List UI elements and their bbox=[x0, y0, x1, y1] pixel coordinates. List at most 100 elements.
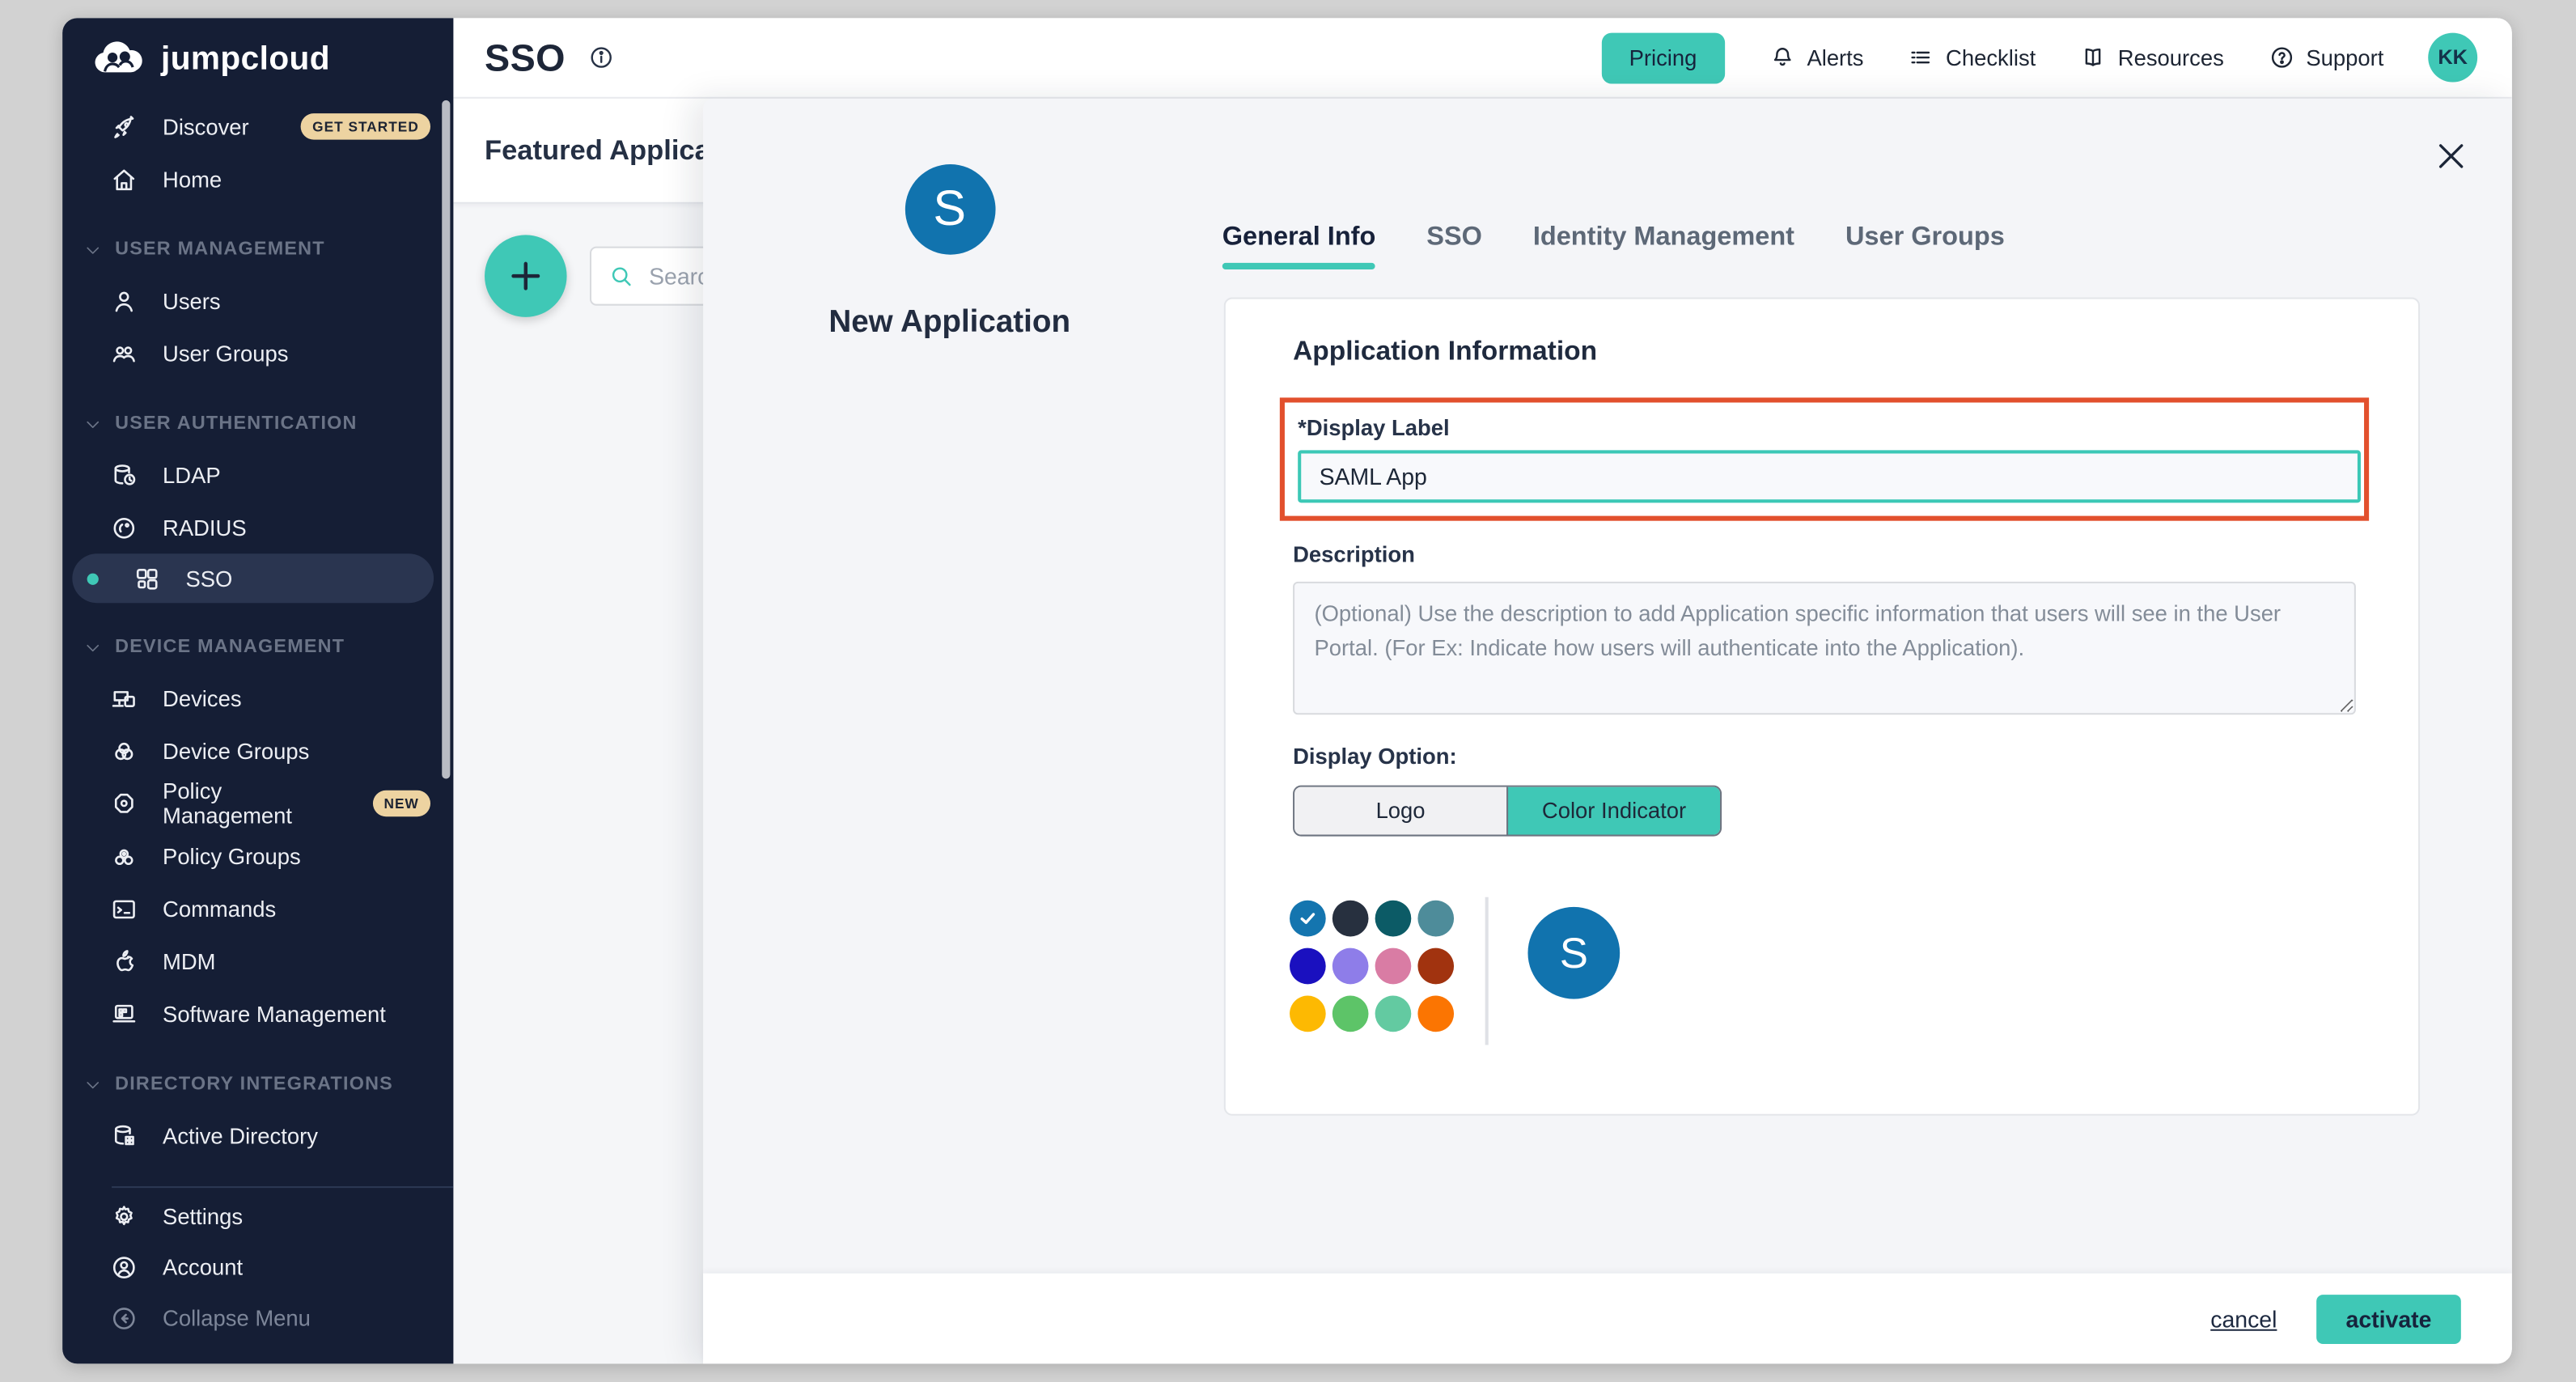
color-preview-avatar: S bbox=[1527, 907, 1620, 999]
display-option-label: Display Option: bbox=[1293, 744, 1457, 769]
bell-icon bbox=[1769, 45, 1795, 70]
checklist-button[interactable]: Checklist bbox=[1908, 45, 2036, 70]
checklist-icon bbox=[1908, 45, 1934, 70]
card-heading: Application Information bbox=[1293, 337, 1597, 368]
support-button[interactable]: Support bbox=[2269, 45, 2384, 70]
description-group: Description bbox=[1293, 541, 2356, 714]
database-clock-icon bbox=[110, 461, 138, 490]
database-windows-icon bbox=[110, 1121, 138, 1150]
sidebar-item-policy-groups[interactable]: Policy Groups bbox=[62, 829, 453, 882]
sidebar-scrollbar[interactable] bbox=[442, 100, 450, 779]
home-icon bbox=[110, 165, 138, 193]
sidebar-item-user-groups[interactable]: User Groups bbox=[62, 327, 453, 379]
check-icon bbox=[1298, 909, 1317, 928]
page-title: SSO bbox=[485, 36, 566, 80]
sidebar-item-mdm[interactable]: MDM bbox=[62, 935, 453, 987]
option-color-indicator[interactable]: Color Indicator bbox=[1506, 787, 1720, 835]
jumpcloud-logo[interactable]: jumpcloud bbox=[62, 18, 453, 100]
sidebar-item-devices[interactable]: Devices bbox=[62, 672, 453, 725]
policy-groups-icon bbox=[110, 842, 138, 871]
tab-general-info[interactable]: General Info bbox=[1222, 223, 1376, 269]
search-icon bbox=[608, 263, 633, 289]
apple-icon bbox=[110, 947, 138, 976]
resources-button[interactable]: Resources bbox=[2080, 45, 2224, 70]
get-started-badge: GET STARTED bbox=[301, 113, 430, 139]
color-swatch[interactable] bbox=[1417, 901, 1454, 937]
modal-footer: cancel activate bbox=[703, 1274, 2512, 1364]
sidebar-item-software-management[interactable]: Software Management bbox=[62, 987, 453, 1040]
sidebar-item-policy-management[interactable]: Policy Management NEW bbox=[62, 777, 453, 829]
sidebar-item-sso[interactable]: SSO bbox=[72, 553, 434, 603]
sidebar-item-radius[interactable]: RADIUS bbox=[62, 501, 453, 553]
sidebar-item-device-groups[interactable]: Device Groups bbox=[62, 724, 453, 777]
devices-icon bbox=[110, 685, 138, 713]
option-logo[interactable]: Logo bbox=[1294, 787, 1506, 835]
section-directory-integrations[interactable]: DIRECTORY INTEGRATIONS bbox=[62, 1060, 453, 1109]
new-application-modal: S New Application General Info SSO Ident… bbox=[703, 99, 2512, 1364]
info-icon[interactable] bbox=[588, 45, 614, 70]
sso-grid-icon bbox=[133, 565, 161, 593]
color-swatch[interactable] bbox=[1375, 948, 1412, 985]
sidebar-item-home[interactable]: Home bbox=[62, 153, 453, 206]
color-swatch[interactable] bbox=[1290, 996, 1326, 1032]
top-bar: SSO Pricing Alerts Checklist Resources bbox=[453, 18, 2511, 98]
tab-identity-management[interactable]: Identity Management bbox=[1533, 223, 1794, 269]
user-icon bbox=[110, 286, 138, 315]
active-indicator-dot bbox=[87, 573, 99, 584]
sidebar: jumpcloud Discover GET STARTED Home USER… bbox=[62, 18, 453, 1363]
sidebar-item-discover[interactable]: Discover GET STARTED bbox=[62, 100, 453, 153]
sidebar-footer: Settings Account Collapse Menu bbox=[62, 1186, 453, 1363]
chevron-down-icon bbox=[84, 638, 102, 656]
sidebar-item-commands[interactable]: Commands bbox=[62, 882, 453, 935]
modal-tabs: General Info SSO Identity Management Use… bbox=[1222, 223, 2005, 269]
color-swatch-selected[interactable] bbox=[1290, 901, 1326, 937]
display-label-highlight: *Display Label bbox=[1280, 397, 2369, 520]
description-textarea[interactable] bbox=[1293, 582, 2356, 714]
application-avatar: S bbox=[905, 164, 995, 255]
add-application-button[interactable] bbox=[485, 235, 567, 317]
activate-button[interactable]: activate bbox=[2316, 1294, 2461, 1343]
sidebar-item-ldap[interactable]: LDAP bbox=[62, 448, 453, 501]
sidebar-item-collapse-menu[interactable]: Collapse Menu bbox=[62, 1293, 453, 1344]
divider bbox=[1485, 897, 1489, 1045]
new-badge: NEW bbox=[372, 791, 430, 816]
application-information-card: Application Information *Display Label D… bbox=[1224, 298, 2420, 1116]
close-icon[interactable] bbox=[2433, 138, 2469, 175]
color-swatch[interactable] bbox=[1417, 948, 1454, 985]
app-window: jumpcloud Discover GET STARTED Home USER… bbox=[62, 18, 2512, 1363]
section-device-management[interactable]: DEVICE MANAGEMENT bbox=[62, 623, 453, 672]
pricing-button[interactable]: Pricing bbox=[1601, 32, 1725, 83]
section-user-management[interactable]: USER MANAGEMENT bbox=[62, 225, 453, 274]
color-swatch[interactable] bbox=[1375, 901, 1412, 937]
user-avatar[interactable]: KK bbox=[2428, 33, 2477, 83]
display-label-label: *Display Label bbox=[1298, 416, 1449, 440]
color-swatch[interactable] bbox=[1332, 901, 1369, 937]
tab-user-groups[interactable]: User Groups bbox=[1845, 223, 2005, 269]
plus-icon bbox=[506, 256, 545, 296]
display-option-toggle: Logo Color Indicator bbox=[1293, 786, 1722, 837]
alerts-button[interactable]: Alerts bbox=[1769, 45, 1864, 70]
sidebar-item-label: Home bbox=[163, 167, 222, 191]
cancel-button[interactable]: cancel bbox=[2210, 1305, 2277, 1331]
section-user-authentication[interactable]: USER AUTHENTICATION bbox=[62, 399, 453, 448]
color-swatch[interactable] bbox=[1332, 948, 1369, 985]
color-swatch[interactable] bbox=[1332, 996, 1369, 1032]
color-swatch[interactable] bbox=[1290, 948, 1326, 985]
color-swatch[interactable] bbox=[1417, 996, 1454, 1032]
sidebar-item-settings[interactable]: Settings bbox=[62, 1191, 453, 1242]
chevron-down-icon bbox=[84, 1075, 102, 1093]
chevron-down-icon bbox=[84, 415, 102, 433]
main-area: SSO Pricing Alerts Checklist Resources bbox=[453, 18, 2511, 1363]
color-swatch[interactable] bbox=[1375, 996, 1412, 1032]
sidebar-item-label: Discover bbox=[163, 114, 249, 138]
policy-icon bbox=[110, 790, 138, 818]
chevron-down-icon bbox=[84, 240, 102, 258]
account-icon bbox=[110, 1253, 138, 1282]
sidebar-item-active-directory[interactable]: Active Directory bbox=[62, 1109, 453, 1162]
sidebar-item-account[interactable]: Account bbox=[62, 1242, 453, 1293]
sidebar-item-users[interactable]: Users bbox=[62, 274, 453, 327]
display-label-input[interactable] bbox=[1298, 450, 2361, 502]
jumpcloud-cloud-icon bbox=[92, 40, 148, 79]
tab-sso[interactable]: SSO bbox=[1426, 223, 1482, 269]
application-name: New Application bbox=[828, 306, 1070, 342]
